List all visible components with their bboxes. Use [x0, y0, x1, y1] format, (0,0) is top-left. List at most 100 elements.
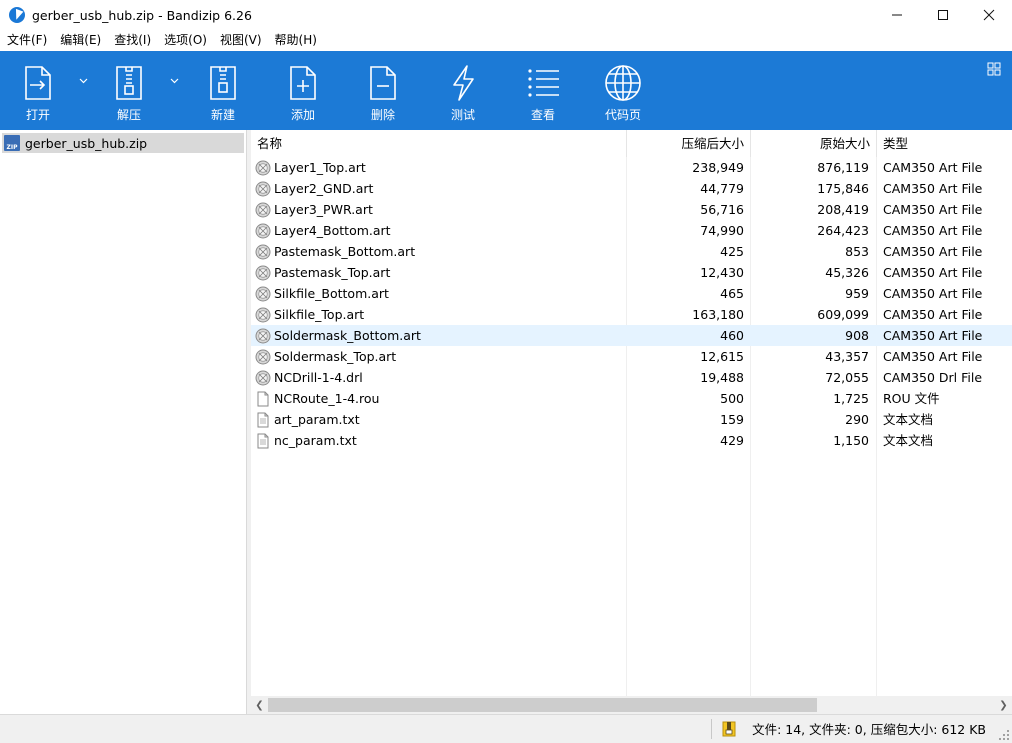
packed-size-cell: 12,430	[700, 265, 744, 280]
file-name: Silkfile_Top.art	[274, 307, 365, 322]
column-header-original-size[interactable]: 原始大小	[751, 130, 877, 157]
file-name-cell: Layer4_Bottom.art	[255, 220, 625, 241]
file-type-cell: CAM350 Art File	[883, 160, 983, 175]
file-type-cell: 文本文档	[883, 433, 934, 448]
original-size-cell: 853	[845, 244, 869, 259]
file-type-cell: CAM350 Art File	[883, 286, 983, 301]
minimize-button[interactable]	[874, 0, 920, 30]
file-type-cell: CAM350 Art File	[883, 244, 983, 259]
file-name-cell: Pastemask_Top.art	[255, 262, 625, 283]
file-list: 名称 压缩后大小 原始大小 类型 ^ Layer1_Top.art 238,949…	[251, 130, 1012, 696]
archive-lock-icon[interactable]	[721, 721, 737, 737]
test-button[interactable]: 测试	[441, 51, 485, 130]
cam-file-icon	[255, 160, 271, 176]
file-name: NCDrill-1-4.drl	[274, 370, 363, 385]
file-type-cell: CAM350 Drl File	[883, 370, 983, 385]
table-row[interactable]: Pastemask_Bottom.art 425 853 CAM350 Art Fil…	[251, 241, 1012, 262]
tree-item-archive-root[interactable]: ZIP gerber_usb_hub.zip	[2, 133, 244, 153]
file-name-cell: NCRoute_1-4.rou	[255, 388, 625, 409]
status-separator	[711, 719, 712, 739]
scroll-right-arrow-icon[interactable]: ❯	[995, 696, 1012, 714]
table-row[interactable]: Layer2_GND.art 44,779 175,846 CAM350 Art Fi…	[251, 178, 1012, 199]
minimize-icon	[892, 14, 902, 16]
table-row[interactable]: nc_param.txt 429 1,150 文本文档	[251, 430, 1012, 451]
menu-options[interactable]: 选项(O)	[157, 30, 213, 51]
file-type-cell: CAM350 Art File	[883, 202, 983, 217]
file-type-cell: CAM350 Art File	[883, 265, 983, 280]
table-row[interactable]: NCRoute_1-4.rou 500 1,725 ROU 文件	[251, 388, 1012, 409]
table-row[interactable]: Layer1_Top.art 238,949 876,119 CAM350 Art F…	[251, 157, 1012, 178]
globe-icon	[603, 63, 643, 103]
column-header-packed-size[interactable]: 压缩后大小	[627, 130, 751, 157]
packed-size-cell: 56,716	[700, 202, 744, 217]
column-header-name[interactable]: 名称	[251, 130, 627, 157]
cam-file-icon	[255, 286, 271, 302]
table-row[interactable]: Soldermask_Bottom.art 460 908 CAM350 Art Fi…	[251, 325, 1012, 346]
table-row[interactable]: Silkfile_Top.art 163,180 609,099 CAM350 Art…	[251, 304, 1012, 325]
cam-file-icon	[255, 265, 271, 281]
table-row[interactable]: Layer4_Bottom.art 74,990 264,423 CAM350 Art…	[251, 220, 1012, 241]
packed-size-cell: 238,949	[692, 160, 744, 175]
file-type-cell: CAM350 Art File	[883, 349, 983, 364]
blank-file-icon	[255, 391, 271, 407]
table-row[interactable]: Layer3_PWR.art 56,716 208,419 CAM350 Art Fi…	[251, 199, 1012, 220]
packed-size-cell: 460	[720, 328, 744, 343]
delete-button[interactable]: 删除	[361, 51, 405, 130]
table-row[interactable]: Silkfile_Bottom.art 465 959 CAM350 Art File	[251, 283, 1012, 304]
file-type-cell: CAM350 Art File	[883, 181, 983, 196]
new-archive-button[interactable]: 新建	[201, 51, 245, 130]
maximize-button[interactable]	[920, 0, 966, 30]
file-name-cell: Soldermask_Top.art	[255, 346, 625, 367]
menu-help[interactable]: 帮助(H)	[268, 30, 323, 51]
cam-file-icon	[255, 223, 271, 239]
menu-view[interactable]: 视图(V)	[213, 30, 268, 51]
file-name: Layer4_Bottom.art	[274, 223, 391, 238]
file-type-cell: CAM350 Art File	[883, 328, 983, 343]
open-button[interactable]: 打开	[16, 51, 60, 130]
scroll-left-arrow-icon[interactable]: ❮	[251, 696, 268, 714]
original-size-cell: 43,357	[825, 349, 869, 364]
file-name-cell: Soldermask_Bottom.art	[255, 325, 625, 346]
open-icon	[18, 63, 58, 103]
close-button[interactable]	[966, 0, 1012, 30]
file-name-cell: Silkfile_Top.art	[255, 304, 625, 325]
list-header: 名称 压缩后大小 原始大小 类型 ^	[251, 130, 1012, 157]
status-bar: 文件: 14, 文件夹: 0, 压缩包大小: 612 KB	[0, 714, 1012, 743]
file-name-cell: art_param.txt	[255, 409, 625, 430]
cam-file-icon	[255, 328, 271, 344]
cam-file-icon	[255, 349, 271, 365]
file-name: nc_param.txt	[274, 433, 357, 448]
menu-edit[interactable]: 编辑(E)	[53, 30, 107, 51]
file-name: Pastemask_Bottom.art	[274, 244, 416, 259]
extract-button[interactable]: 解压	[107, 51, 151, 130]
table-row[interactable]: NCDrill-1-4.drl 19,488 72,055 CAM350 Drl Fi…	[251, 367, 1012, 388]
layout-grid-icon[interactable]	[987, 62, 1001, 76]
file-name: Layer2_GND.art	[274, 181, 374, 196]
toolbar: 打开 解压 新建 添加 删除 测试 查看 代码页	[0, 51, 1012, 130]
add-button[interactable]: 添加	[281, 51, 325, 130]
menu-file[interactable]: 文件(F)	[0, 30, 53, 51]
text-file-icon	[255, 433, 271, 449]
maximize-icon	[938, 10, 948, 20]
view-button[interactable]: 查看	[521, 51, 565, 130]
extract-dropdown-chevron-icon[interactable]	[168, 75, 180, 87]
codepage-button[interactable]: 代码页	[600, 51, 646, 130]
scrollbar-thumb[interactable]	[268, 698, 817, 712]
menu-find[interactable]: 查找(I)	[107, 30, 157, 51]
horizontal-scrollbar[interactable]: ❮ ❯	[251, 696, 1012, 714]
status-summary: 文件: 14, 文件夹: 0, 压缩包大小: 612 KB	[752, 722, 986, 737]
resize-grip-icon[interactable]	[998, 729, 1010, 741]
table-row[interactable]: Soldermask_Top.art 12,615 43,357 CAM350 Art…	[251, 346, 1012, 367]
open-dropdown-chevron-icon[interactable]	[77, 75, 89, 87]
file-type-cell: CAM350 Art File	[883, 307, 983, 322]
add-file-icon	[283, 63, 323, 103]
cam-file-icon	[255, 181, 271, 197]
original-size-cell: 72,055	[825, 370, 869, 385]
file-name: Pastemask_Top.art	[274, 265, 391, 280]
table-row[interactable]: Pastemask_Top.art 12,430 45,326 CAM350 Art …	[251, 262, 1012, 283]
table-row[interactable]: art_param.txt 159 290 文本文档	[251, 409, 1012, 430]
window-title: gerber_usb_hub.zip - Bandizip 6.26	[32, 7, 252, 23]
packed-size-cell: 163,180	[692, 307, 744, 322]
cam-file-icon	[255, 307, 271, 323]
column-header-type[interactable]: 类型	[877, 130, 1012, 157]
